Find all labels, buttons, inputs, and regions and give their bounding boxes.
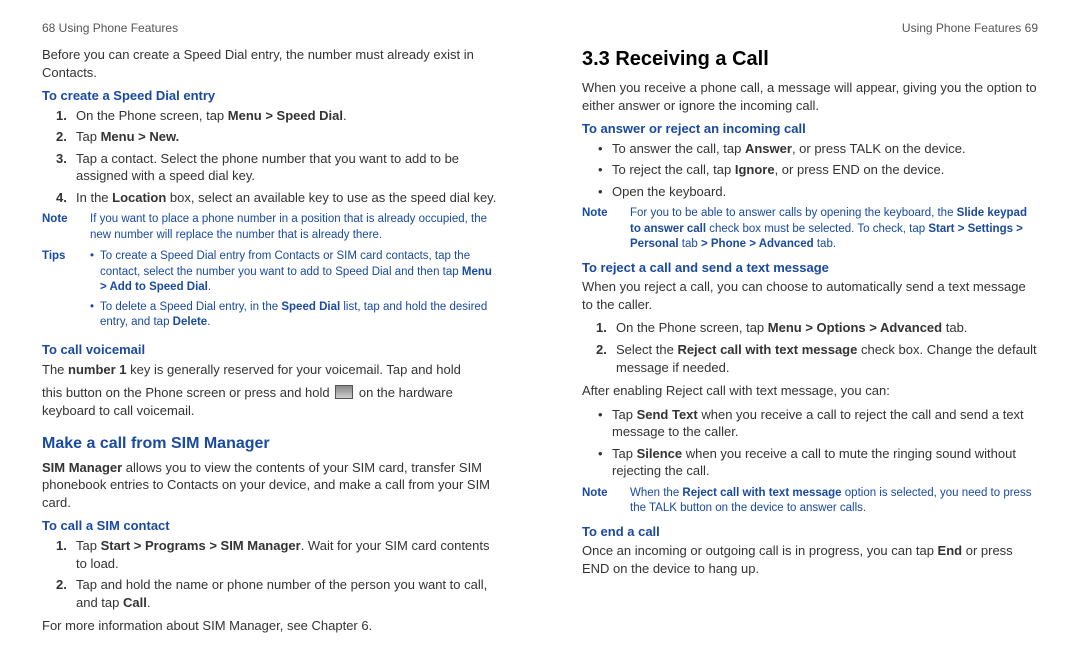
step-1-text: On the Phone screen, tap Menu > Speed Di… bbox=[76, 108, 347, 123]
step-1: 1. On the Phone screen, tap Menu > Speed… bbox=[42, 107, 498, 125]
step-2: 2. Tap Menu > New. bbox=[42, 128, 498, 146]
heading-sim-manager: Make a call from SIM Manager bbox=[42, 433, 498, 455]
receiving-intro: When you receive a phone call, a message… bbox=[582, 79, 1038, 114]
tips-speed-dial: Tips To create a Speed Dial entry from C… bbox=[42, 249, 498, 335]
tips-body: To create a Speed Dial entry from Contac… bbox=[90, 249, 498, 335]
answer-reject-list: To answer the call, tap Answer, or press… bbox=[582, 140, 1038, 201]
reject-step-1: 1. On the Phone screen, tap Menu > Optio… bbox=[582, 319, 1038, 337]
reject-intro: When you reject a call, you can choose t… bbox=[582, 278, 1038, 313]
step-4-text: In the Location box, select an available… bbox=[76, 190, 496, 205]
step-3-text: Tap a contact. Select the phone number t… bbox=[76, 151, 459, 184]
after-enable: After enabling Reject call with text mes… bbox=[582, 382, 1038, 400]
sim-manager-intro: SIM Manager allows you to view the conte… bbox=[42, 459, 498, 512]
two-page-spread: 68 Using Phone Features Before you can c… bbox=[0, 0, 1080, 663]
sim-more-info: For more information about SIM Manager, … bbox=[42, 617, 498, 635]
heading-create-speed-dial: To create a Speed Dial entry bbox=[42, 87, 498, 105]
sim-step-1: 1. Tap Start > Programs > SIM Manager. W… bbox=[42, 537, 498, 572]
note-body-right: For you to be able to answer calls by op… bbox=[630, 206, 1038, 253]
reject-item: To reject the call, tap Ignore, or press… bbox=[582, 161, 1038, 179]
tip-1: To create a Speed Dial entry from Contac… bbox=[90, 249, 498, 296]
tip-2: To delete a Speed Dial entry, in the Spe… bbox=[90, 300, 498, 331]
voicemail-text: The number 1 key is generally reserved f… bbox=[42, 361, 498, 379]
note-label: Note bbox=[42, 212, 90, 243]
heading-call-sim-contact: To call a SIM contact bbox=[42, 517, 498, 535]
heading-reject-text: To reject a call and send a text message bbox=[582, 259, 1038, 277]
intro-speed-dial: Before you can create a Speed Dial entry… bbox=[42, 46, 498, 81]
after-enable-list: Tap Send Text when you receive a call to… bbox=[582, 406, 1038, 480]
tips-label: Tips bbox=[42, 249, 90, 335]
steps-create-speed-dial: 1. On the Phone screen, tap Menu > Speed… bbox=[42, 107, 498, 207]
note2-body: When the Reject call with text message o… bbox=[630, 486, 1038, 517]
note-reject-text: Note When the Reject call with text mess… bbox=[582, 486, 1038, 517]
running-head-right: Using Phone Features 69 bbox=[582, 20, 1038, 36]
open-keyboard-item: Open the keyboard. bbox=[582, 183, 1038, 201]
answer-item: To answer the call, tap Answer, or press… bbox=[582, 140, 1038, 158]
reject-step-2: 2. Select the Reject call with text mess… bbox=[582, 341, 1038, 376]
running-head-left: 68 Using Phone Features bbox=[42, 20, 498, 36]
heading-receiving-call: 3.3 Receiving a Call bbox=[582, 46, 1038, 73]
note-slide-keypad: Note For you to be able to answer calls … bbox=[582, 206, 1038, 253]
heading-answer-reject: To answer or reject an incoming call bbox=[582, 120, 1038, 138]
note-body: If you want to place a phone number in a… bbox=[90, 212, 498, 243]
voicemail-text-2: this button on the Phone screen or press… bbox=[42, 384, 498, 419]
send-text-item: Tap Send Text when you receive a call to… bbox=[582, 406, 1038, 441]
sim-step-2-text: Tap and hold the name or phone number of… bbox=[76, 577, 487, 610]
step-2-text: Tap Menu > New. bbox=[76, 129, 179, 144]
note-occupied-position: Note If you want to place a phone number… bbox=[42, 212, 498, 243]
note2-label: Note bbox=[582, 486, 630, 517]
note-label-right: Note bbox=[582, 206, 630, 253]
sim-step-2: 2. Tap and hold the name or phone number… bbox=[42, 576, 498, 611]
heading-end-call: To end a call bbox=[582, 523, 1038, 541]
heading-call-voicemail: To call voicemail bbox=[42, 341, 498, 359]
steps-sim-call: 1. Tap Start > Programs > SIM Manager. W… bbox=[42, 537, 498, 611]
voicemail-key-icon bbox=[335, 385, 353, 399]
end-call-text: Once an incoming or outgoing call is in … bbox=[582, 542, 1038, 577]
step-3: 3. Tap a contact. Select the phone numbe… bbox=[42, 150, 498, 185]
step-4: 4. In the Location box, select an availa… bbox=[42, 189, 498, 207]
page-left: 68 Using Phone Features Before you can c… bbox=[0, 0, 540, 663]
page-right: Using Phone Features 69 3.3 Receiving a … bbox=[540, 0, 1080, 663]
silence-item: Tap Silence when you receive a call to m… bbox=[582, 445, 1038, 480]
reject-steps: 1. On the Phone screen, tap Menu > Optio… bbox=[582, 319, 1038, 376]
sim-step-1-text: Tap Start > Programs > SIM Manager. Wait… bbox=[76, 538, 490, 571]
